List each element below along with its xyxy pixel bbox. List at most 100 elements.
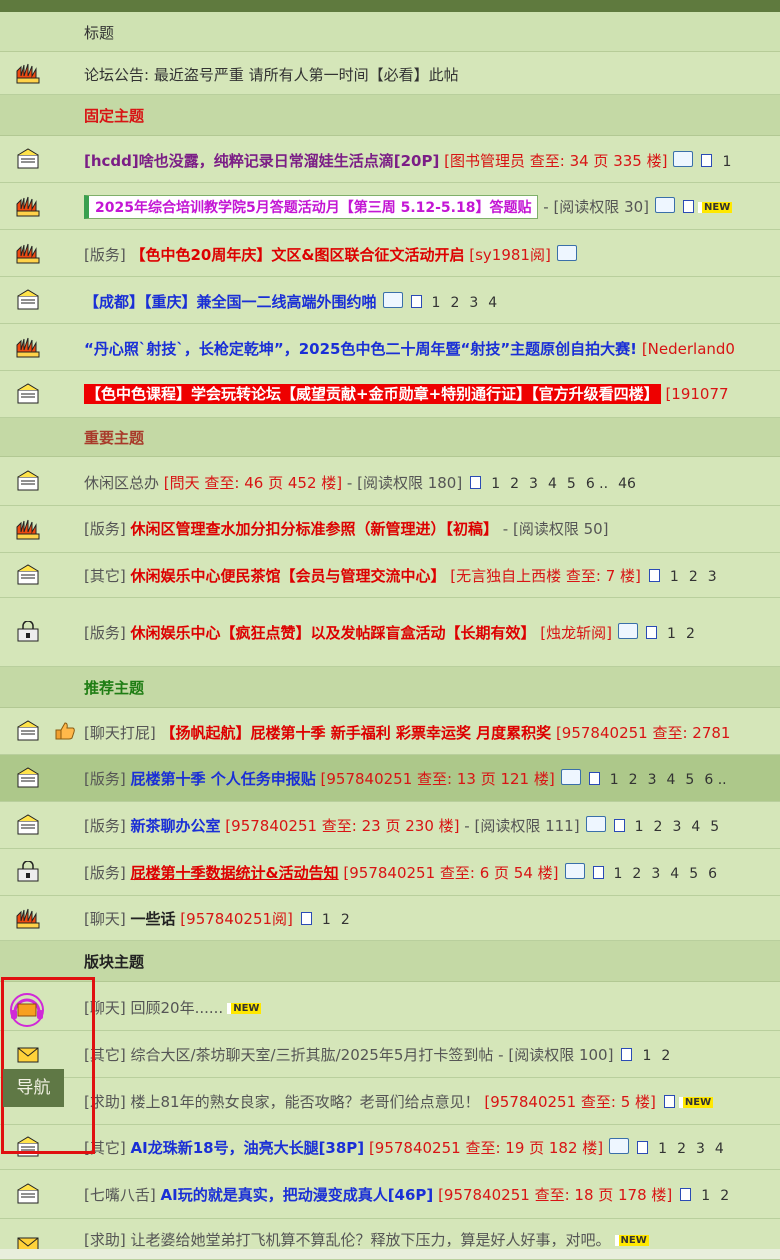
page-link[interactable]: 4 (670, 866, 679, 882)
thread-tag[interactable]: [聊天] (84, 910, 126, 928)
thread-title[interactable]: 休闲娱乐中心便民茶馆【会员与管理交流中心】 (131, 567, 446, 585)
page-link[interactable]: 1 (667, 626, 676, 642)
thread-title[interactable]: AI玩的就是真实，把动漫变成真人[46P] (161, 1186, 434, 1204)
thread-title[interactable]: 休闲娱乐中心【疯狂点赞】以及发帖踩盲盒活动【长期有效】 (131, 624, 536, 642)
thread-author[interactable]: [sy1981阅] (469, 246, 551, 264)
thread-tag[interactable]: [七嘴八舌] (84, 1186, 156, 1204)
thread-row[interactable]: [其它] AI龙珠新18号，油亮大长腿[38P] [957840251 查至: … (0, 1125, 780, 1170)
page-link[interactable]: 1 (642, 1048, 651, 1064)
thread-row[interactable]: [hcdd]啥也没露，纯粹记录日常溜娃生活点滴[20P] [图书管理员 查至: … (0, 136, 780, 183)
thread-row[interactable]: 休闲区总办 [問天 查至: 46 页 452 楼] - [阅读权限 180] 1 2… (0, 457, 780, 506)
thread-row[interactable]: 【色中色课程】学会玩转论坛【威望贡献+金币勋章+特别通行证】【官方升级看四楼】 … (0, 371, 780, 418)
thread-author[interactable]: [957840251 查至: 18 页 178 楼] (438, 1186, 672, 1204)
page-link[interactable]: 2 (677, 1141, 686, 1157)
thread-title[interactable]: 休闲区总办 (84, 474, 159, 492)
thread-row[interactable]: [版务] 新茶聊办公室 [957840251 查至: 23 页 230 楼] -… (0, 802, 780, 849)
thread-row[interactable]: [版务] 休闲娱乐中心【疯狂点赞】以及发帖踩盲盒活动【长期有效】 [烛龙斩阅] 1… (0, 598, 780, 667)
thread-author[interactable]: [957840251 查至: 19 页 182 楼] (369, 1139, 603, 1157)
thread-title[interactable]: 【扬帆起航】屁楼第十季 新手福利 彩票幸运奖 月度累积奖 (161, 724, 552, 742)
page-link[interactable]: 1 (614, 866, 623, 882)
thread-row[interactable]: [求助] 楼上81年的熟女良家，能否攻略？老哥们给点意见！ [957840251… (0, 1078, 780, 1125)
nav-button[interactable]: 导航 (3, 1069, 64, 1107)
page-link[interactable]: 6 .. (586, 476, 608, 492)
thread-title[interactable]: 屁楼第十季数据统计&活动告知 (131, 864, 339, 882)
thread-row[interactable]: [版务] 屁楼第十季 个人任务申报贴 [957840251 查至: 13 页 1… (0, 755, 780, 802)
thread-tag[interactable]: [版务] (84, 624, 126, 642)
thread-title[interactable]: 回顾20年...... (131, 999, 224, 1017)
thread-tag[interactable]: [求助] (84, 1231, 126, 1249)
page-link[interactable]: 2 (720, 1188, 729, 1204)
page-link[interactable]: 3 (672, 819, 681, 835)
page-link[interactable]: 2 (341, 912, 350, 928)
page-link[interactable]: 1 (635, 819, 644, 835)
thread-title[interactable]: 新茶聊办公室 (131, 817, 221, 835)
page-link[interactable]: 5 (689, 866, 698, 882)
thread-title[interactable]: AI龙珠新18号，油亮大长腿[38P] (131, 1139, 365, 1157)
thread-author[interactable]: [957840251阅] (180, 910, 293, 928)
thread-tag[interactable]: [版务] (84, 864, 126, 882)
page-link[interactable]: 5 (685, 772, 694, 788)
page-link[interactable]: 2 (450, 295, 459, 311)
announcement-row[interactable]: 论坛公告: 最近盗号严重 请所有人第一时间【必看】此帖 (0, 52, 780, 95)
thread-title[interactable]: 【色中色课程】学会玩转论坛【威望贡献+金币勋章+特别通行证】【官方升级看四楼】 (84, 384, 661, 404)
page-link[interactable]: 1 (491, 476, 500, 492)
page-link[interactable]: 4 (691, 819, 700, 835)
page-link[interactable]: 1 (670, 569, 679, 585)
thread-row[interactable]: [版务] 【色中色20周年庆】文区&图区联合征文活动开启 [sy1981阅] (0, 230, 780, 277)
page-link[interactable]: 2 (654, 819, 663, 835)
page-link[interactable]: 4 (715, 1141, 724, 1157)
page-link[interactable]: 3 (708, 569, 717, 585)
page-link[interactable]: 2 (510, 476, 519, 492)
page-link[interactable]: 5 (567, 476, 576, 492)
page-link[interactable]: 6 (708, 866, 717, 882)
page-link[interactable]: 46 (618, 476, 636, 492)
thread-tag[interactable]: [版务] (84, 817, 126, 835)
thread-title[interactable]: 让老婆给她堂弟打飞机算不算乱伦？释放下压力，算是好人好事，对吧。 (131, 1231, 611, 1249)
page-link[interactable]: 2 (689, 569, 698, 585)
thread-row[interactable]: 【成都】【重庆】兼全国一二线高端外围约啪 1 2 3 4 (0, 277, 780, 324)
thread-title[interactable]: [hcdd]啥也没露，纯粹记录日常溜娃生活点滴[20P] (84, 152, 439, 170)
thread-title[interactable]: “丹心照`射技`，长枪定乾坤”，2025色中色二十周年暨“射技”主题原创自拍大赛… (84, 340, 637, 358)
thread-title[interactable]: 2025年综合培训教学院5月答题活动月【第三周 5.12-5.18】答题贴 (84, 195, 539, 219)
page-link[interactable]: 2 (629, 772, 638, 788)
page-link[interactable]: 2 (661, 1048, 670, 1064)
page-link[interactable]: 6 .. (704, 772, 726, 788)
thread-tag[interactable]: [版务] (84, 520, 126, 538)
page-link[interactable]: 1 (610, 772, 619, 788)
thread-title[interactable]: 休闲区管理查水加分扣分标准参照（新管理进）【初稿】 (131, 520, 499, 538)
thread-row[interactable]: [聊天] 回顾20年...... NEW (0, 982, 780, 1031)
thread-title[interactable]: 楼上81年的熟女良家，能否攻略？老哥们给点意见！ (131, 1093, 480, 1111)
thread-title[interactable]: 【成都】【重庆】兼全国一二线高端外围约啪 (84, 293, 377, 311)
page-link[interactable]: 1 (658, 1141, 667, 1157)
thread-row[interactable]: [聊天] 一些话 [957840251阅] 1 2 (0, 896, 780, 941)
thread-title[interactable]: 综合大区/茶坊聊天室/三折其肱/2025年5月打卡签到帖 (131, 1046, 494, 1064)
thread-author[interactable]: [957840251 查至: 23 页 230 楼] (225, 817, 459, 835)
thread-author[interactable]: [191077 (665, 385, 728, 403)
thread-author[interactable]: [无言独自上西楼 查至: 7 楼] (450, 567, 641, 585)
page-link[interactable]: 1 (322, 912, 331, 928)
page-link[interactable]: 3 (469, 295, 478, 311)
thread-row[interactable]: [七嘴八舌] AI玩的就是真实，把动漫变成真人[46P] [957840251 … (0, 1170, 780, 1219)
thread-row[interactable]: [版务] 屁楼第十季数据统计&活动告知 [957840251 查至: 6 页 5… (0, 849, 780, 896)
thread-row[interactable]: [聊天打屁] 【扬帆起航】屁楼第十季 新手福利 彩票幸运奖 月度累积奖 [957… (0, 708, 780, 755)
thread-author[interactable]: [957840251 查至: 5 楼] (484, 1093, 656, 1111)
thread-tag[interactable]: [聊天打屁] (84, 724, 156, 742)
page-link[interactable]: 5 (710, 819, 719, 835)
thread-tag[interactable]: [版务] (84, 770, 126, 788)
thread-author[interactable]: [烛龙斩阅] (540, 624, 612, 642)
thread-title[interactable]: 屁楼第十季 个人任务申报贴 (131, 770, 316, 788)
thread-title[interactable]: 【色中色20周年庆】文区&图区联合征文活动开启 (131, 246, 465, 264)
page-link[interactable]: 2 (686, 626, 695, 642)
thread-author[interactable]: [Nederland0 (642, 340, 735, 358)
page-link[interactable]: 3 (696, 1141, 705, 1157)
page-link[interactable]: 4 (488, 295, 497, 311)
thread-author[interactable]: [問天 查至: 46 页 452 楼] (164, 474, 342, 492)
thread-row[interactable]: “丹心照`射技`，长枪定乾坤”，2025色中色二十周年暨“射技”主题原创自拍大赛… (0, 324, 780, 371)
thread-row[interactable]: [其它] 综合大区/茶坊聊天室/三折其肱/2025年5月打卡签到帖 - [阅读权… (0, 1031, 780, 1078)
page-link[interactable]: 2 (632, 866, 641, 882)
page-link[interactable]: 1 (722, 154, 731, 170)
thread-title[interactable]: 一些话 (131, 910, 176, 928)
thread-tag[interactable]: [其它] (84, 567, 126, 585)
page-link[interactable]: 4 (667, 772, 676, 788)
page-link[interactable]: 3 (648, 772, 657, 788)
